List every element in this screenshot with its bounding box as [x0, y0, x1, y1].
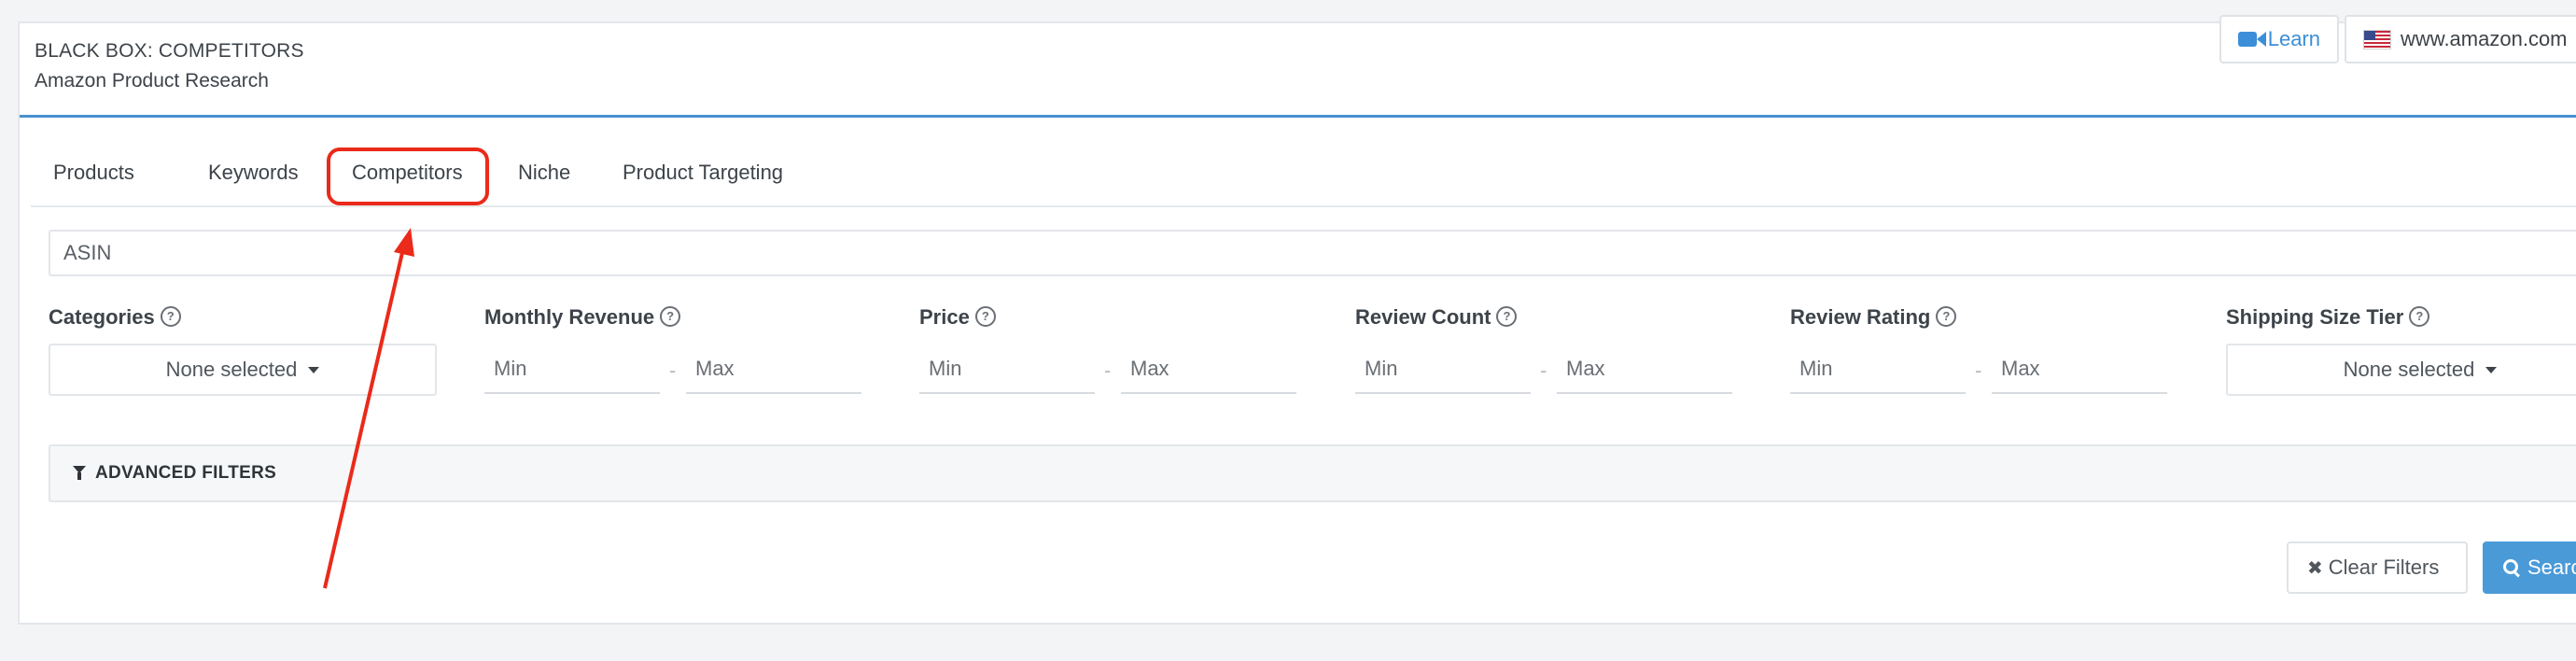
search-button[interactable]: Search	[2483, 541, 2576, 594]
price-max-input[interactable]	[1121, 345, 1296, 394]
review-count-max-input[interactable]	[1557, 345, 1732, 394]
caret-down-icon	[308, 366, 320, 373]
review-rating-label: Review Rating?	[1790, 305, 1957, 330]
question-circle-icon[interactable]: ?	[974, 306, 996, 328]
shipping-size-tier-value: None selected	[2343, 358, 2475, 381]
review-rating-min-input[interactable]	[1790, 345, 1966, 394]
range-separator: -	[1975, 359, 1982, 382]
question-circle-icon[interactable]: ?	[160, 306, 181, 328]
black-box-panel: BLACK BOX: COMPETITORS Amazon Product Re…	[18, 21, 2576, 625]
review-rating-max-input[interactable]	[1992, 345, 2167, 394]
review-count-min-input[interactable]	[1355, 345, 1531, 394]
filter-icon	[73, 466, 86, 481]
question-circle-icon[interactable]: ?	[1496, 306, 1518, 328]
categories-label: Categories?	[49, 305, 181, 330]
range-separator: -	[1540, 359, 1547, 382]
shipping-size-tier-label: Shipping Size Tier?	[2226, 305, 2430, 330]
categories-dropdown[interactable]: None selected	[49, 344, 437, 396]
tab-keywords[interactable]: Keywords	[208, 161, 299, 185]
search-label: Search	[2527, 556, 2576, 579]
tab-niche[interactable]: Niche	[518, 161, 570, 185]
panel-header: BLACK BOX: COMPETITORS Amazon Product Re…	[20, 23, 2576, 118]
marketplace-selector[interactable]: www.amazon.com	[2345, 15, 2576, 63]
x-icon: ✖	[2307, 557, 2323, 579]
review-count-label: Review Count?	[1355, 305, 1518, 330]
categories-value: None selected	[165, 358, 298, 381]
caret-down-icon	[2485, 366, 2498, 373]
page-title: BLACK BOX: COMPETITORS	[35, 40, 304, 62]
annotation-highlight-box	[327, 148, 489, 205]
magnifier-icon	[2503, 559, 2520, 576]
us-flag-icon	[2363, 29, 2391, 49]
video-camera-icon	[2238, 30, 2266, 49]
monthly-revenue-max-input[interactable]	[686, 345, 861, 394]
clear-filters-label: Clear Filters	[2328, 556, 2440, 579]
question-circle-icon[interactable]: ?	[1936, 306, 1957, 328]
tab-product-targeting[interactable]: Product Targeting	[623, 161, 783, 185]
page-subtitle: Amazon Product Research	[35, 70, 269, 91]
learn-label: Learn	[2267, 27, 2320, 50]
learn-button[interactable]: Learn	[2219, 15, 2339, 63]
shipping-size-tier-dropdown[interactable]: None selected	[2226, 344, 2576, 396]
monthly-revenue-min-input[interactable]	[484, 345, 660, 394]
advanced-filters-toggle[interactable]: ADVANCED FILTERS	[49, 444, 2576, 502]
monthly-revenue-label: Monthly Revenue?	[484, 305, 681, 330]
range-separator: -	[1104, 359, 1112, 382]
tab-products[interactable]: Products	[53, 161, 134, 185]
range-separator: -	[669, 359, 677, 382]
question-circle-icon[interactable]: ?	[660, 306, 681, 328]
advanced-filters-label: ADVANCED FILTERS	[95, 463, 277, 483]
marketplace-label: www.amazon.com	[2401, 27, 2568, 50]
clear-filters-button[interactable]: ✖ Clear Filters	[2287, 541, 2468, 594]
price-label: Price?	[919, 305, 996, 330]
price-min-input[interactable]	[919, 345, 1095, 394]
asin-input[interactable]	[49, 230, 2576, 276]
question-circle-icon[interactable]: ?	[2409, 306, 2430, 328]
